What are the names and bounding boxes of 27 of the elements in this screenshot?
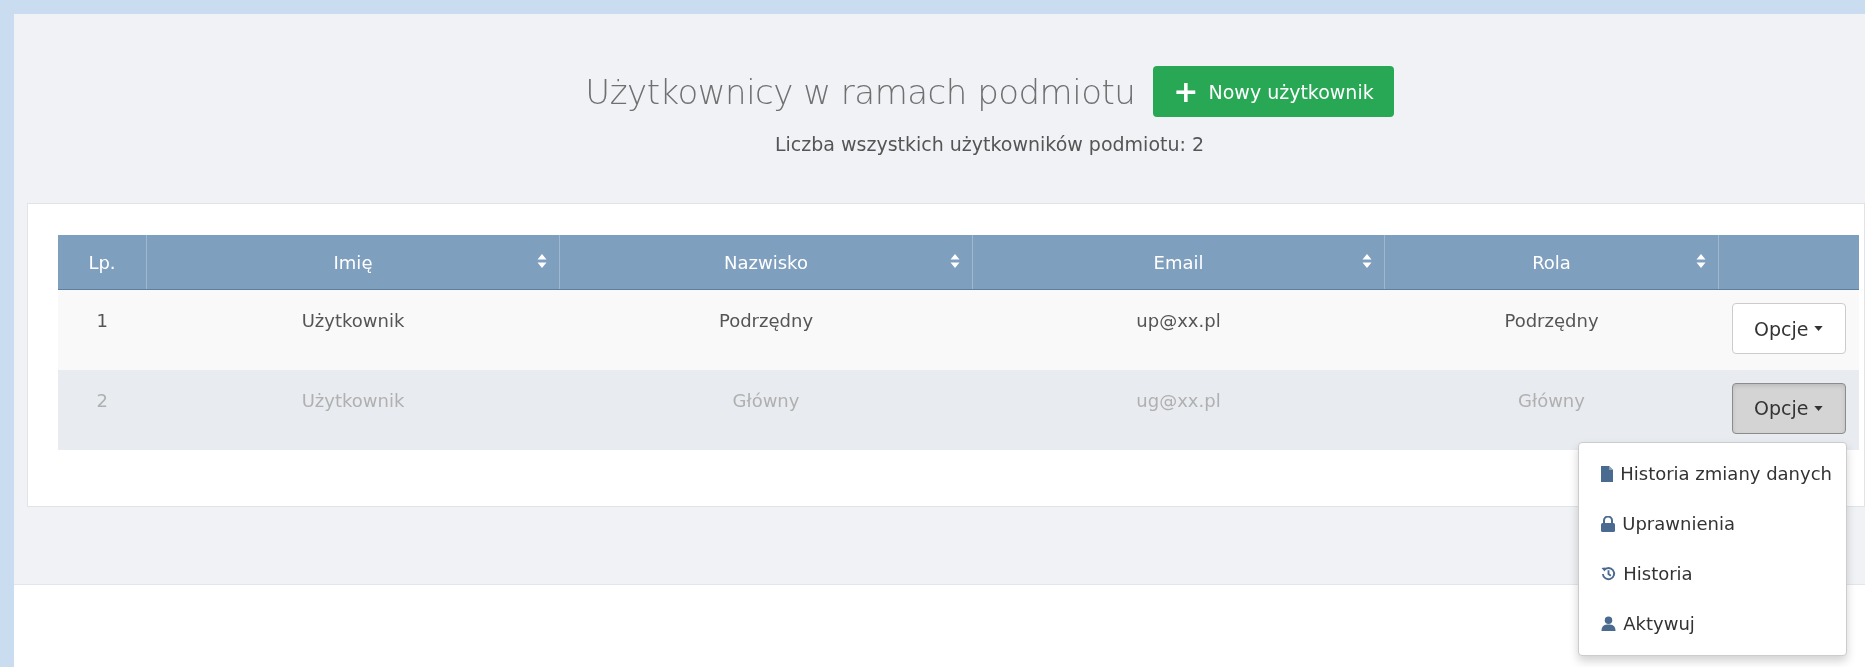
table-cell: 2 — [96, 389, 108, 411]
sort-icon — [1696, 253, 1706, 269]
table-cell: Użytkownik — [301, 310, 405, 331]
table-cell: Główny — [1518, 389, 1585, 411]
lock-icon — [1601, 515, 1616, 532]
menu-item[interactable]: Historia — [1579, 548, 1846, 599]
menu-item[interactable]: Uprawnienia — [1579, 498, 1846, 549]
sort-icon — [537, 253, 547, 269]
table-cell: Użytkownik — [301, 389, 405, 411]
user-icon — [1601, 616, 1617, 631]
table-cell: ug@xx.pl — [1136, 389, 1221, 411]
user-count: Liczba wszystkich użytkowników podmiotu: 2 — [774, 133, 1205, 155]
caret-icon — [1814, 326, 1824, 331]
menu-item[interactable]: Historia zmiany danych — [1579, 448, 1846, 499]
sort-icon — [950, 253, 960, 269]
page-title: Użytkownicy w ramach podmiotu — [585, 71, 1136, 112]
menu-item[interactable]: Aktywuj — [1579, 598, 1846, 649]
caret-icon — [1814, 405, 1824, 411]
table-cell: 1 — [96, 310, 108, 331]
options-button[interactable]: Opcje — [1731, 303, 1846, 354]
table-cell: Podrzędny — [1504, 310, 1599, 331]
history-icon — [1601, 566, 1617, 581]
table-cell: Główny — [732, 389, 800, 411]
sort-icon — [1362, 253, 1372, 269]
table-cell: up@xx.pl — [1136, 310, 1221, 331]
table-cell: Podrzędny — [718, 310, 814, 331]
document-icon — [1601, 465, 1614, 482]
